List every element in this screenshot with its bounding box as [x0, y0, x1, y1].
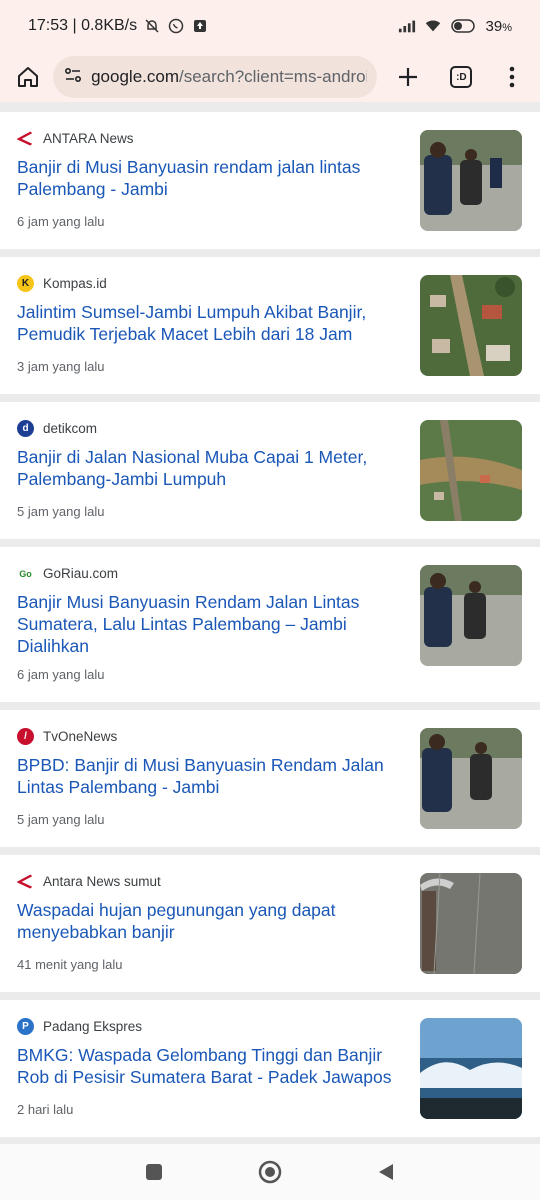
news-thumbnail[interactable] [420, 130, 522, 231]
home-icon [17, 67, 38, 87]
padang-ekspres-icon: P [17, 1018, 34, 1035]
address-bar[interactable]: google.com/search?client=ms-android [53, 56, 378, 98]
browser-toolbar: google.com/search?client=ms-android :D [0, 52, 540, 102]
menu-button[interactable] [495, 59, 530, 95]
system-nav-bar [0, 1144, 540, 1200]
news-card[interactable]: Go GoRiau.com Banjir Musi Banyuasin Rend… [0, 547, 540, 702]
news-card[interactable]: Antara News sumut Waspadai hujan pegunun… [0, 855, 540, 992]
news-card[interactable]: / TvOneNews BPBD: Banjir di Musi Banyuas… [0, 710, 540, 847]
news-thumbnail[interactable] [420, 873, 522, 974]
status-time: 17:53 | 0.8KB/s [28, 17, 138, 34]
news-title-link[interactable]: Banjir Musi Banyuasin Rendam Jalan Linta… [17, 591, 395, 657]
news-time: 3 jam yang lalu [17, 359, 105, 374]
back-button[interactable] [356, 1152, 416, 1192]
site-settings-icon[interactable] [63, 65, 83, 90]
news-time: 6 jam yang lalu [17, 667, 105, 682]
news-thumbnail[interactable] [420, 1018, 522, 1119]
goriau-icon: Go [19, 568, 32, 579]
detik-icon: d [17, 420, 34, 437]
status-bar: 17:53 | 0.8KB/s 39% [0, 0, 540, 52]
upload-icon [191, 17, 209, 35]
news-time: 5 jam yang lalu [17, 504, 105, 519]
news-card[interactable]: P Padang Ekspres BMKG: Waspada Gelombang… [0, 1000, 540, 1137]
url-text: google.com/search?client=ms-android [91, 67, 368, 86]
news-title-link[interactable]: Jalintim Sumsel-Jambi Lumpuh Akibat Banj… [17, 301, 395, 345]
news-source: GoRiau.com [43, 566, 119, 581]
news-time: 6 jam yang lalu [17, 214, 105, 229]
news-title-link[interactable]: BMKG: Waspada Gelombang Tinggi dan Banji… [17, 1044, 395, 1088]
new-tab-button[interactable] [391, 59, 426, 95]
recents-button[interactable] [124, 1152, 184, 1192]
tab-count-badge: :D [450, 66, 473, 88]
battery-level: 39% [485, 17, 512, 35]
news-source: ANTARA News [43, 131, 134, 146]
news-results: ANTARA News Banjir di Musi Banyuasin ren… [0, 102, 540, 1144]
news-source: Padang Ekspres [43, 1019, 143, 1034]
news-title-link[interactable]: Banjir di Jalan Nasional Muba Capai 1 Me… [17, 446, 395, 490]
news-thumbnail[interactable] [420, 275, 522, 376]
back-triangle-icon [379, 1164, 393, 1180]
tvone-icon: / [17, 728, 34, 745]
news-source: TvOneNews [43, 729, 118, 744]
news-title-link[interactable]: Banjir di Musi Banyuasin rendam jalan li… [17, 156, 395, 200]
news-card[interactable]: K Kompas.id Jalintim Sumsel-Jambi Lumpuh… [0, 257, 540, 394]
battery-icon [450, 17, 478, 35]
news-time: 5 jam yang lalu [17, 812, 105, 827]
antara-icon [17, 130, 34, 147]
signal-icon [398, 17, 416, 35]
home-nav-button[interactable] [240, 1152, 300, 1192]
whatsapp-icon [167, 17, 185, 35]
news-thumbnail[interactable] [420, 728, 522, 829]
news-card[interactable]: d detikcom Banjir di Jalan Nasional Muba… [0, 402, 540, 539]
news-title-link[interactable]: BPBD: Banjir di Musi Banyuasin Rendam Ja… [17, 754, 395, 798]
news-card[interactable]: ANTARA News Banjir di Musi Banyuasin ren… [0, 112, 540, 249]
news-thumbnail[interactable] [420, 420, 522, 521]
news-time: 2 hari lalu [17, 1102, 74, 1117]
news-thumbnail[interactable] [420, 565, 522, 666]
news-title-link[interactable]: Waspadai hujan pegunungan yang dapat men… [17, 899, 395, 943]
square-icon [146, 1164, 162, 1180]
antara-icon [17, 873, 34, 890]
wifi-icon [424, 17, 442, 35]
plus-icon [399, 68, 418, 86]
circle-icon [258, 1160, 282, 1184]
kompas-icon: K [17, 275, 34, 292]
news-source: Kompas.id [43, 276, 107, 291]
home-button[interactable] [10, 59, 45, 95]
more-vert-icon [510, 66, 515, 88]
news-source: Antara News sumut [43, 874, 161, 889]
news-source: detikcom [43, 421, 98, 436]
news-time: 41 menit yang lalu [17, 957, 123, 972]
mute-alarm-icon [143, 17, 161, 35]
tab-switcher-button[interactable]: :D [444, 59, 479, 95]
